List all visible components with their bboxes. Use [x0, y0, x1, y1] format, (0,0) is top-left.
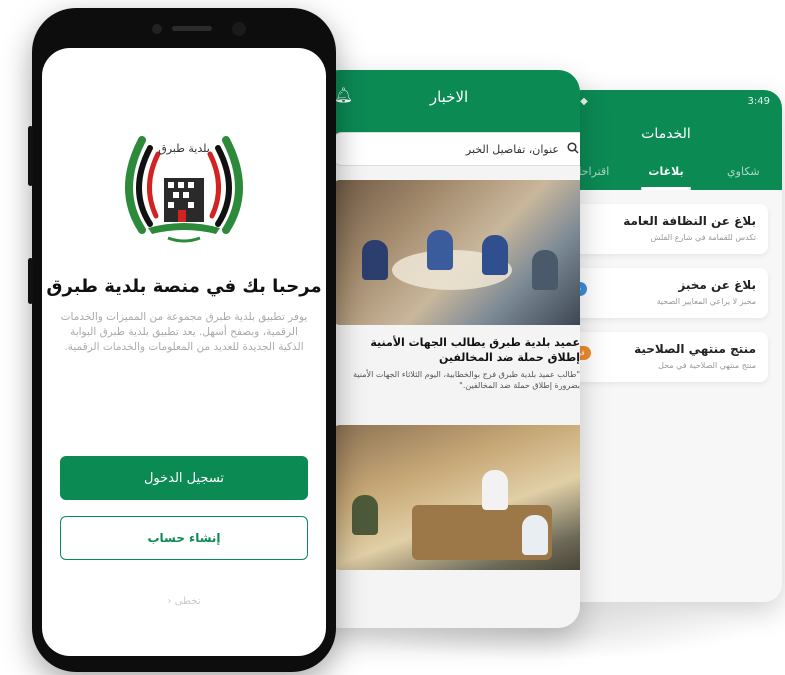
municipality-logo: بلدية طبرق [112, 120, 256, 250]
bell-icon[interactable]: 🔔︎ [334, 86, 353, 104]
service-desc: مخبز لا يراعي المعايير الصحية [656, 297, 756, 306]
showcase-stage: ▪ ◂ ◆ 3:49 الخدمات 🔔︎ شكاويبلاغاتاقتراحا… [0, 0, 785, 675]
skip-label: تخطى [174, 596, 201, 607]
service-card[interactable]: بلاغ عن النظافة العامة تكدس للقمامة في شا… [550, 204, 768, 254]
speaker [172, 26, 212, 31]
welcome-phone: بلدية طبرق مرحبا بك في منصة بلدية طبرق ي… [28, 8, 336, 672]
intro-text: يوفر تطبيق بلدية طبرق مجموعة من المميزات… [60, 311, 308, 353]
camera [232, 22, 246, 36]
services-screen: ▪ ◂ ◆ 3:49 الخدمات 🔔︎ شكاويبلاغاتاقتراحا… [550, 90, 782, 602]
service-desc: تكدس للقمامة في شارع الفلش [650, 233, 756, 242]
services-tab[interactable]: شكاوي [705, 154, 782, 190]
services-title: الخدمات [641, 126, 691, 142]
news-header: الاخبار 🔔︎ [318, 70, 580, 138]
status-bar: ▪ ◂ ◆ 3:49 [550, 90, 782, 112]
search-icon [567, 141, 579, 157]
create-account-button[interactable]: إنشاء حساب [60, 516, 308, 560]
status-time: 3:49 [747, 95, 770, 107]
services-list: بلاغ عن النظافة العامة تكدس للقمامة في شا… [550, 190, 782, 382]
services-tabs: شكاوي بلاغات اقتراحات [550, 154, 782, 190]
service-title: منتج منتهي الصلاحية [634, 342, 756, 356]
search-placeholder: عنوان، تفاصيل الخبر [465, 142, 559, 156]
logo-text: بلدية طبرق [158, 142, 210, 155]
camera [152, 24, 162, 34]
service-card[interactable]: بلاغ عن مخبز مخبز لا يراعي المعايير الصحي… [550, 268, 768, 318]
news-photo [332, 180, 580, 325]
news-card[interactable] [332, 425, 580, 570]
welcome-screen: بلدية طبرق مرحبا بك في منصة بلدية طبرق ي… [42, 48, 326, 656]
news-snippet: "طالب عميد بلدية طبرق فرج بوالخطابية، ال… [353, 370, 580, 390]
chevron-left-icon: ‹ [167, 596, 172, 607]
service-card[interactable]: منتج منتهي الصلاحية منتج منتهي الصلاحية ف… [550, 332, 768, 382]
service-title: بلاغ عن النظافة العامة [623, 214, 756, 228]
news-photo [332, 425, 580, 570]
service-title: بلاغ عن مخبز [678, 278, 756, 292]
skip-link[interactable]: تخطى ‹ [42, 596, 326, 607]
news-list: عميد بلدية طبرق يطالب الجهات الأمنية إطل… [332, 180, 580, 570]
welcome-title: مرحبا بك في منصة بلدية طبرق [46, 276, 322, 297]
news-screen: الاخبار 🔔︎ عنوان، تفاصيل الخبر عميد بلدي… [318, 70, 580, 628]
services-header: ▪ ◂ ◆ 3:49 الخدمات 🔔︎ شكاويبلاغاتاقتراحا… [550, 90, 782, 190]
news-card[interactable]: عميد بلدية طبرق يطالب الجهات الأمنية إطل… [332, 180, 580, 391]
news-search-input[interactable]: عنوان، تفاصيل الخبر [332, 132, 580, 166]
login-button[interactable]: تسجيل الدخول [60, 456, 308, 500]
news-headline: عميد بلدية طبرق يطالب الجهات الأمنية إطل… [370, 336, 580, 364]
news-title: الاخبار [429, 88, 469, 106]
service-desc: منتج منتهي الصلاحية في محل [658, 361, 756, 370]
services-tab[interactable]: بلاغات [627, 154, 704, 190]
